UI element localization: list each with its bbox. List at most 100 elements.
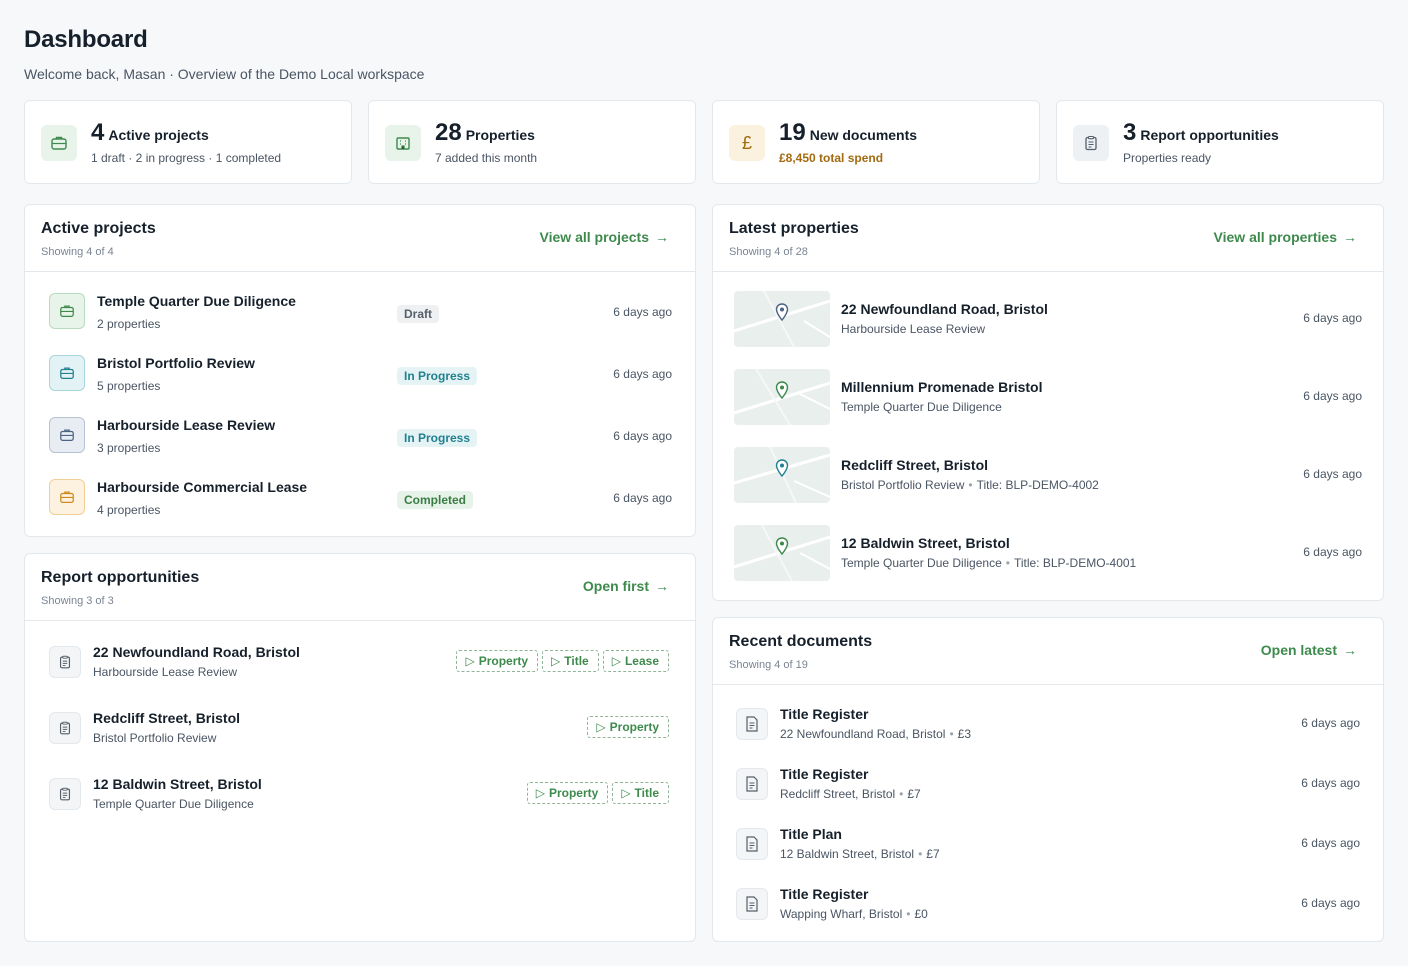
- project-name: Temple Quarter Due Diligence: [97, 293, 296, 309]
- map-pin-icon: [775, 381, 789, 399]
- project-name: Bristol Portfolio Review: [93, 731, 217, 745]
- view-all-projects-link[interactable]: View all projects →: [540, 229, 669, 245]
- project-row[interactable]: Harbourside Lease Review 3 properties In…: [25, 407, 695, 463]
- stat-sub: £8,450 total spend: [779, 151, 884, 165]
- property-name: 22 Newfoundland Road, Bristol: [93, 644, 300, 660]
- stat-sub: Properties ready: [1123, 151, 1212, 165]
- property-name: 12 Baldwin Street, Bristol: [93, 776, 262, 792]
- property-meta: Harbourside Lease Review: [841, 322, 986, 336]
- document-meta: 22 Newfoundland Road, Bristol • £3: [780, 727, 971, 741]
- document-name: Title Register: [780, 706, 869, 722]
- report-chip-property[interactable]: ▷ Property: [587, 716, 669, 738]
- view-all-properties-link[interactable]: View all properties →: [1214, 229, 1357, 245]
- panel-title: Active projects: [41, 220, 156, 237]
- project-row[interactable]: Bristol Portfolio Review 5 properties In…: [25, 345, 695, 401]
- document-name: Title Plan: [780, 826, 842, 842]
- map-pin-icon: [775, 303, 789, 321]
- document-meta: Wapping Wharf, Bristol • £0: [780, 907, 928, 921]
- map-thumbnail: [734, 447, 830, 503]
- status-badge: In Progress: [397, 429, 478, 447]
- clipboard-icon: [49, 712, 81, 744]
- property-meta: Temple Quarter Due Diligence • Title: BLP-…: [841, 556, 1137, 570]
- page-title: Dashboard: [24, 26, 148, 53]
- document-row[interactable]: Title Register Redcliff Street, Bristol •…: [713, 764, 1383, 820]
- play-icon: ▷: [611, 654, 621, 668]
- opportunity-row[interactable]: 22 Newfoundland Road, Bristol Harboursid…: [25, 642, 695, 698]
- project-name: Harbourside Commercial Lease: [97, 479, 308, 495]
- property-date: 6 days ago: [1303, 311, 1362, 325]
- document-icon: [736, 828, 768, 860]
- map-thumbnail: [734, 525, 830, 581]
- document-row[interactable]: Title Plan 12 Baldwin Street, Bristol • £7…: [713, 824, 1383, 880]
- document-row[interactable]: Title Register 22 Newfoundland Road, Bri…: [713, 704, 1383, 760]
- stat-sub: 1 draft · 2 in progress · 1 completed: [91, 151, 282, 165]
- briefcase-icon: [49, 479, 85, 515]
- page-subtitle: Welcome back, Masan · Overview of the De…: [24, 66, 425, 82]
- play-icon: ▷: [621, 786, 631, 800]
- stat-number: 4: [91, 119, 105, 146]
- open-first-link[interactable]: Open first →: [583, 578, 669, 594]
- report-chip-property[interactable]: ▷ Property: [456, 650, 539, 672]
- report-chip-lease[interactable]: ▷ Lease: [602, 650, 669, 672]
- document-date: 6 days ago: [1301, 776, 1360, 790]
- project-row[interactable]: Harbourside Commercial Lease 4 propertie…: [25, 469, 695, 525]
- panel-count: Showing 4 of 19: [729, 659, 808, 671]
- document-date: 6 days ago: [1301, 896, 1360, 910]
- map-thumbnail: [734, 369, 830, 425]
- briefcase-icon: [49, 293, 85, 329]
- report-chip-property[interactable]: ▷ Property: [526, 782, 609, 804]
- opportunity-row[interactable]: Redcliff Street, Bristol Bristol Portfol…: [25, 708, 695, 764]
- property-row[interactable]: Millennium Promenade Bristol Temple Quar…: [713, 369, 1383, 425]
- stat-number: 3: [1123, 119, 1137, 146]
- property-row[interactable]: 22 Newfoundland Road, Bristol Harboursid…: [713, 291, 1383, 347]
- property-date: 6 days ago: [1303, 389, 1362, 403]
- panel-title: Latest properties: [729, 220, 859, 237]
- clipboard-icon: [49, 778, 81, 810]
- report-opportunities-panel: Report opportunities Showing 3 of 3 Open…: [24, 553, 696, 942]
- active-projects-panel: Active projects Showing 4 of 4 View all …: [24, 204, 696, 537]
- property-date: 6 days ago: [1303, 545, 1362, 559]
- opportunity-row[interactable]: 12 Baldwin Street, Bristol Temple Quarte…: [25, 774, 695, 830]
- property-meta: Temple Quarter Due Diligence: [841, 400, 1002, 414]
- briefcase-icon: [41, 125, 77, 161]
- document-name: Title Register: [780, 886, 869, 902]
- property-name: 12 Baldwin Street, Bristol: [841, 535, 1010, 551]
- map-pin-icon: [775, 459, 789, 477]
- document-icon: [736, 708, 768, 740]
- project-properties: 3 properties: [97, 441, 161, 455]
- open-latest-link[interactable]: Open latest →: [1261, 642, 1357, 658]
- briefcase-icon: [49, 417, 85, 453]
- document-meta: Redcliff Street, Bristol • £7: [780, 787, 921, 801]
- property-row[interactable]: Redcliff Street, Bristol Bristol Portfol…: [713, 447, 1383, 503]
- project-date: 6 days ago: [613, 429, 672, 443]
- project-date: 6 days ago: [613, 491, 672, 505]
- arrow-right-icon: →: [655, 578, 669, 594]
- project-date: 6 days ago: [613, 305, 672, 319]
- project-date: 6 days ago: [613, 367, 672, 381]
- project-properties: 5 properties: [97, 379, 161, 393]
- project-name: Harbourside Lease Review: [97, 417, 276, 433]
- property-name: Redcliff Street, Bristol: [93, 710, 241, 726]
- panel-count: Showing 3 of 3: [41, 595, 114, 607]
- project-row[interactable]: Temple Quarter Due Diligence 2 propertie…: [25, 283, 695, 339]
- document-date: 6 days ago: [1301, 836, 1360, 850]
- property-meta: Bristol Portfolio Review • Title: BLP-DEMO…: [841, 478, 1099, 492]
- property-date: 6 days ago: [1303, 467, 1362, 481]
- play-icon: ▷: [465, 654, 475, 668]
- document-date: 6 days ago: [1301, 716, 1360, 730]
- property-row[interactable]: 12 Baldwin Street, Bristol Temple Quarte…: [713, 525, 1383, 581]
- play-icon: ▷: [535, 786, 545, 800]
- arrow-right-icon: →: [1343, 642, 1357, 658]
- stat-card-active-projects: 4 Active projects 1 draft · 2 in progress…: [24, 100, 352, 184]
- report-chip-title[interactable]: ▷ Title: [542, 650, 599, 672]
- property-name: Redcliff Street, Bristol: [841, 457, 989, 473]
- project-properties: 4 properties: [97, 503, 161, 517]
- document-icon: [736, 888, 768, 920]
- project-name: Harbourside Lease Review: [93, 665, 238, 679]
- document-row[interactable]: Title Register Wapping Wharf, Bristol • £0…: [713, 884, 1383, 940]
- report-chip-title[interactable]: ▷ Title: [612, 782, 669, 804]
- stat-label: Report opportunities: [1140, 127, 1279, 143]
- clipboard-icon: [49, 646, 81, 678]
- property-name: 22 Newfoundland Road, Bristol: [841, 301, 1048, 317]
- recent-documents-panel: Recent documents Showing 4 of 19 Open la…: [712, 617, 1384, 942]
